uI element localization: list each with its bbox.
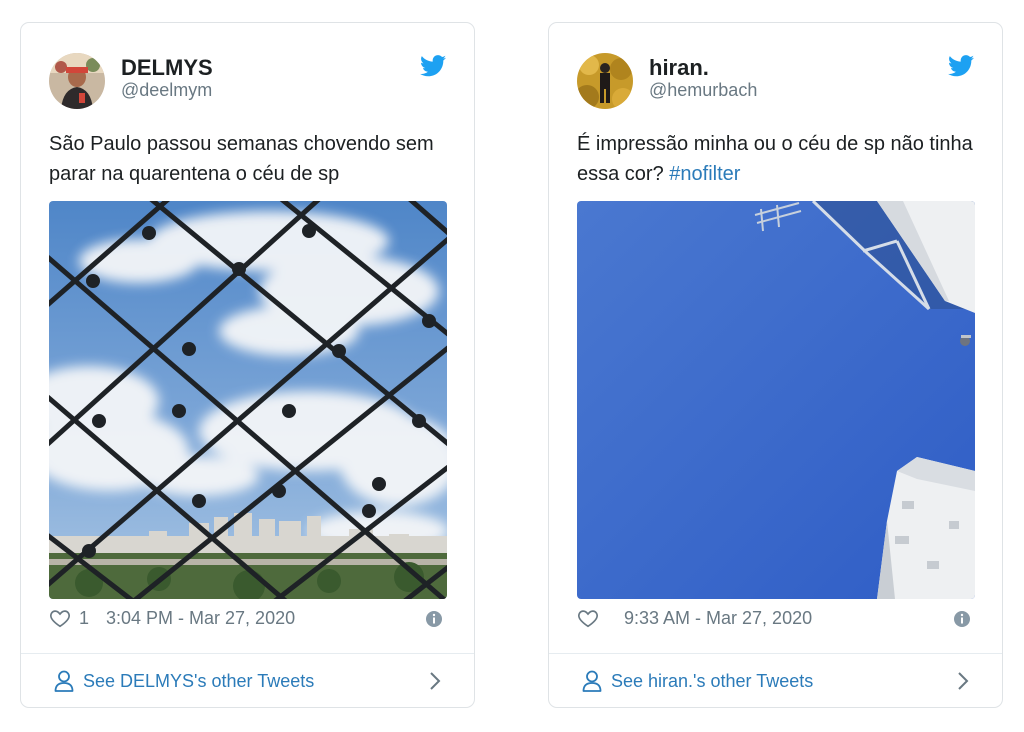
avatar[interactable] bbox=[49, 53, 105, 109]
see-other-tweets-link[interactable]: See DELMYS's other Tweets bbox=[21, 654, 474, 708]
tweet-text: São Paulo passou semanas chovendo sem pa… bbox=[49, 129, 449, 189]
tweet-text: É impressão minha ou o céu de sp não tin… bbox=[577, 129, 977, 189]
avatar[interactable] bbox=[577, 53, 633, 109]
like-count[interactable]: 1 bbox=[79, 607, 89, 629]
user-handle[interactable]: @deelmym bbox=[121, 80, 212, 101]
tweet-card[interactable]: hiran. @hemurbach É impressão minha ou o… bbox=[548, 22, 1003, 708]
twitter-bird-icon[interactable] bbox=[948, 55, 974, 77]
tweet-meta: 9:33 AM - Mar 27, 2020 bbox=[577, 607, 975, 633]
user-handle[interactable]: @hemurbach bbox=[649, 80, 757, 101]
display-name[interactable]: DELMYS bbox=[121, 55, 213, 81]
see-other-tweets-label[interactable]: See DELMYS's other Tweets bbox=[83, 669, 314, 693]
chevron-right-icon[interactable] bbox=[428, 671, 442, 691]
tweet-meta: 1 3:04 PM - Mar 27, 2020 bbox=[49, 607, 447, 633]
info-icon[interactable] bbox=[953, 610, 971, 628]
see-other-tweets-label[interactable]: See hiran.'s other Tweets bbox=[611, 669, 813, 693]
info-icon[interactable] bbox=[425, 610, 443, 628]
display-name[interactable]: hiran. bbox=[649, 55, 709, 81]
hashtag-link[interactable]: #nofilter bbox=[669, 163, 740, 185]
person-icon bbox=[54, 670, 74, 692]
person-icon bbox=[582, 670, 602, 692]
tweet-photo[interactable] bbox=[49, 201, 447, 599]
twitter-bird-icon[interactable] bbox=[420, 55, 446, 77]
tweet-body: É impressão minha ou o céu de sp não tin… bbox=[577, 133, 973, 185]
see-other-tweets-link[interactable]: See hiran.'s other Tweets bbox=[549, 654, 1002, 708]
heart-icon[interactable] bbox=[577, 607, 599, 629]
tweet-photo[interactable] bbox=[577, 201, 975, 599]
tweet-card[interactable]: DELMYS @deelmym São Paulo passou semanas… bbox=[20, 22, 475, 708]
timestamp[interactable]: 9:33 AM - Mar 27, 2020 bbox=[624, 607, 812, 629]
timestamp[interactable]: 3:04 PM - Mar 27, 2020 bbox=[106, 607, 295, 629]
heart-icon[interactable] bbox=[49, 607, 71, 629]
tweet-body: São Paulo passou semanas chovendo sem pa… bbox=[49, 133, 434, 185]
chevron-right-icon[interactable] bbox=[956, 671, 970, 691]
